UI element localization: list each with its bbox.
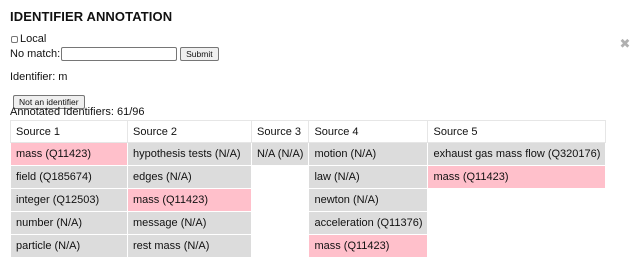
empty-cell — [250, 188, 310, 212]
no-match-input[interactable] — [61, 47, 178, 61]
table-row: particle (N/A) rest mass (N/A) mass (Q11… — [10, 234, 607, 258]
empty-cell — [427, 234, 607, 258]
local-checkbox[interactable] — [11, 36, 18, 43]
empty-cell — [427, 188, 607, 212]
submit-button[interactable]: Submit — [180, 47, 219, 61]
table-header-row: Source 1 Source 2 Source 3 Source 4 Sour… — [10, 120, 607, 143]
close-icon[interactable]: ✖ — [619, 37, 631, 50]
empty-cell — [427, 211, 607, 235]
table-row: field (Q185674) edges (N/A) law (N/A) ma… — [10, 165, 607, 189]
candidate-cell[interactable]: rest mass (N/A) — [127, 234, 252, 258]
header-source-2: Source 2 — [127, 120, 252, 143]
candidate-cell[interactable]: mass (Q11423) — [10, 142, 128, 166]
candidate-cell[interactable]: N/A (N/A) — [250, 142, 310, 166]
candidate-cell[interactable]: edges (N/A) — [127, 165, 252, 189]
annotation-panel: IDENTIFIER ANNOTATION Local No match: Su… — [10, 0, 630, 258]
table-row: mass (Q11423) hypothesis tests (N/A) N/A… — [10, 142, 607, 166]
candidate-cell[interactable]: field (Q185674) — [10, 165, 128, 189]
no-match-label: No match: — [10, 47, 61, 60]
header-source-4: Source 4 — [308, 120, 429, 143]
candidate-cell[interactable]: mass (Q11423) — [427, 165, 607, 189]
table-row: integer (Q12503) mass (Q11423) newton (N… — [10, 188, 607, 212]
candidate-cell[interactable]: mass (Q11423) — [127, 188, 252, 212]
no-match-row: No match: Submit — [10, 46, 630, 62]
candidate-cell[interactable]: hypothesis tests (N/A) — [127, 142, 252, 166]
empty-cell — [250, 211, 310, 235]
candidate-cell[interactable]: integer (Q12503) — [10, 188, 128, 212]
page-title: IDENTIFIER ANNOTATION — [10, 9, 173, 24]
candidate-cell[interactable]: exhaust gas mass flow (Q320176) — [427, 142, 607, 166]
current-identifier: Identifier: m — [10, 71, 68, 83]
empty-cell — [250, 165, 310, 189]
candidate-cell[interactable]: law (N/A) — [308, 165, 429, 189]
header-source-1: Source 1 — [10, 120, 128, 143]
sources-table: Source 1 Source 2 Source 3 Source 4 Sour… — [10, 120, 607, 258]
candidate-cell[interactable]: mass (Q11423) — [308, 234, 429, 258]
candidate-cell[interactable]: number (N/A) — [10, 211, 128, 235]
header-source-5: Source 5 — [427, 120, 607, 143]
empty-cell — [250, 234, 310, 258]
candidate-cell[interactable]: motion (N/A) — [308, 142, 429, 166]
local-option[interactable]: Local — [10, 34, 630, 45]
candidate-cell[interactable]: message (N/A) — [127, 211, 252, 235]
candidate-cell[interactable]: newton (N/A) — [308, 188, 429, 212]
header-source-3: Source 3 — [250, 120, 310, 143]
table-row: number (N/A) message (N/A) acceleration … — [10, 211, 607, 235]
candidate-cell[interactable]: particle (N/A) — [10, 234, 128, 258]
local-label: Local — [20, 33, 47, 45]
candidate-cell[interactable]: acceleration (Q11376) — [308, 211, 429, 235]
annotated-count: Annotated Identifiers: 61/96 — [10, 106, 145, 118]
